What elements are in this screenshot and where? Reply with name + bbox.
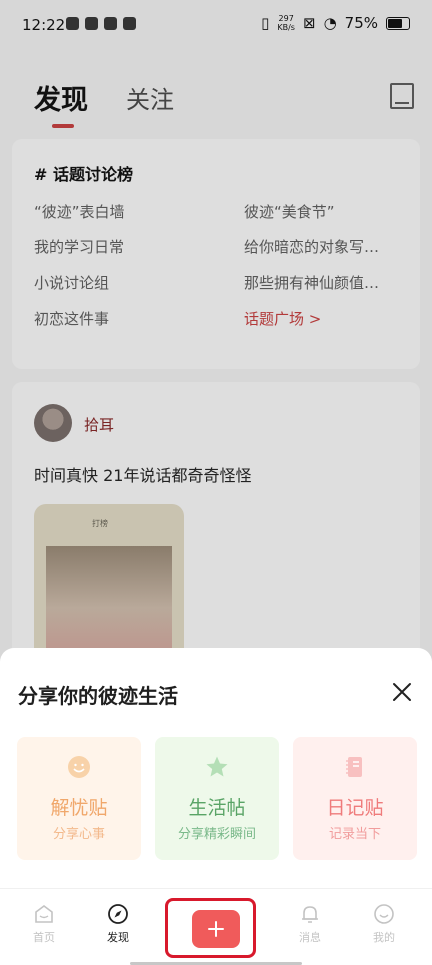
link-icon bbox=[123, 17, 136, 30]
home-icon bbox=[35, 905, 53, 923]
topic-item[interactable]: “彼迹”表白墙 bbox=[34, 201, 214, 222]
topic-item[interactable]: 给你暗恋的对象写… bbox=[244, 236, 404, 257]
diary-post-option[interactable]: 日记贴 记录当下 bbox=[293, 737, 417, 860]
topic-item[interactable]: 小说讨论组 bbox=[34, 272, 214, 293]
battery-percent: 75% bbox=[344, 14, 378, 32]
status-app-icons bbox=[66, 17, 136, 30]
nav-message[interactable]: 消息 bbox=[280, 903, 340, 945]
bell-icon bbox=[302, 906, 318, 923]
compass-icon bbox=[108, 904, 128, 924]
worry-post-option[interactable]: 解忧贴 分享心事 bbox=[17, 737, 141, 860]
topic-item[interactable]: 初恋这件事 bbox=[34, 308, 214, 329]
sim-icon: ⊠ bbox=[302, 14, 316, 32]
smile-icon bbox=[68, 756, 90, 778]
life-post-option[interactable]: 生活帖 分享精彩瞬间 bbox=[155, 737, 279, 860]
post-image-tag: 打榜 bbox=[92, 519, 108, 528]
tab-discover[interactable]: 发现 bbox=[34, 78, 88, 117]
topic-card: # 话题讨论榜 “彼迹”表白墙 彼迹“美食节” 我的学习日常 给你暗恋的对象写…… bbox=[12, 139, 420, 369]
option-label: 日记贴 bbox=[326, 797, 384, 819]
nav-home[interactable]: 首页 bbox=[14, 903, 74, 945]
status-time: 12:22 bbox=[22, 16, 66, 34]
book-icon[interactable] bbox=[390, 83, 414, 109]
app-icon bbox=[104, 17, 117, 30]
bottom-nav: 首页 发现 消息 我的 bbox=[0, 888, 432, 965]
top-tabs: 发现 关注 bbox=[0, 72, 432, 128]
sheet-title: 分享你的彼迹生活 bbox=[18, 684, 178, 708]
tab-follow[interactable]: 关注 bbox=[126, 80, 174, 115]
nav-discover[interactable]: 发现 bbox=[88, 903, 148, 945]
topic-item[interactable]: 我的学习日常 bbox=[34, 236, 214, 257]
nav-label: 发现 bbox=[107, 931, 129, 944]
topic-title: # 话题讨论榜 bbox=[34, 165, 133, 184]
post-author[interactable]: 拾耳 bbox=[84, 414, 114, 435]
battery-icon bbox=[386, 16, 410, 30]
close-icon[interactable] bbox=[388, 678, 416, 706]
option-subtitle: 记录当下 bbox=[328, 827, 381, 842]
wifi-icon: ◔ bbox=[323, 14, 337, 32]
diary-icon bbox=[346, 757, 362, 777]
option-subtitle: 分享精彩瞬间 bbox=[177, 827, 256, 842]
avatar[interactable] bbox=[34, 404, 72, 442]
topic-item[interactable]: 那些拥有神仙颜值… bbox=[244, 272, 404, 293]
option-label: 生活帖 bbox=[188, 797, 246, 819]
option-label: 解忧贴 bbox=[50, 797, 108, 819]
post-card[interactable]: 拾耳 时间真快 21年说话都奇奇怪怪 打榜 bbox=[12, 382, 420, 684]
status-right: ▯ 297 KB/s ⊠ ◔ 75% bbox=[261, 14, 410, 32]
nav-label: 首页 bbox=[33, 931, 55, 944]
vibrate-icon: ▯ bbox=[261, 14, 270, 32]
star-icon bbox=[206, 756, 228, 777]
mail-icon bbox=[85, 17, 98, 30]
tiktok-icon bbox=[66, 17, 79, 30]
topic-square-link[interactable]: 话题广场 > bbox=[244, 308, 404, 329]
nav-label: 我的 bbox=[373, 931, 395, 944]
option-subtitle: 分享心事 bbox=[52, 827, 105, 842]
add-post-button[interactable] bbox=[192, 910, 240, 948]
topic-item[interactable]: 彼迹“美食节” bbox=[244, 201, 404, 222]
active-tab-indicator bbox=[52, 124, 74, 128]
nav-label: 消息 bbox=[299, 931, 321, 944]
profile-smile-icon bbox=[374, 904, 394, 924]
post-text: 时间真快 21年说话都奇奇怪怪 bbox=[34, 466, 252, 485]
share-sheet: 分享你的彼迹生活 解忧贴 分享心事 生活帖 分享精彩瞬间 日记贴 记录当下 bbox=[0, 648, 432, 888]
plus-icon bbox=[208, 921, 224, 937]
status-bar: 12:22 ▯ 297 KB/s ⊠ ◔ 75% bbox=[0, 0, 432, 52]
nav-mine[interactable]: 我的 bbox=[354, 903, 414, 945]
network-speed: 297 KB/s bbox=[277, 14, 295, 32]
